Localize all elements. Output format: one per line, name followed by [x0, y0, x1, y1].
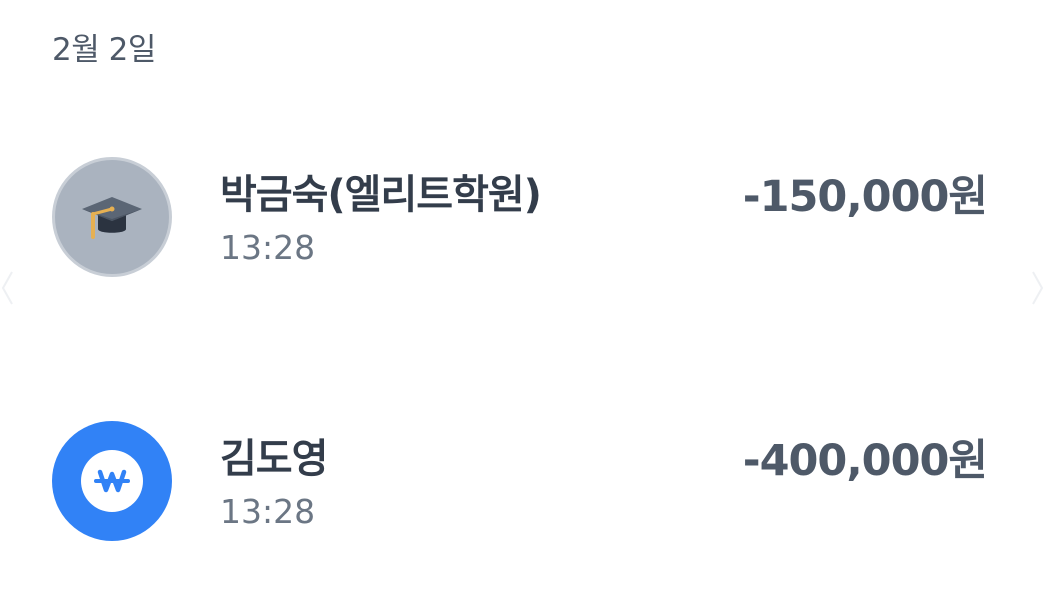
transaction-row[interactable]: 김도영 13:28 -400,000원 — [0, 416, 1045, 546]
chevron-left-icon[interactable] — [0, 268, 14, 308]
transaction-row[interactable]: 박금숙(엘리트학원) 13:28 -150,000원 — [0, 152, 1045, 282]
won-badge — [81, 450, 143, 512]
transaction-avatar — [52, 157, 172, 277]
transaction-avatar — [52, 421, 172, 541]
transaction-amount: -400,000원 — [742, 436, 988, 486]
transaction-time: 13:28 — [220, 228, 316, 267]
transaction-name: 김도영 — [220, 436, 328, 482]
date-header: 2월 2일 — [52, 32, 156, 68]
transaction-name: 박금숙(엘리트학원) — [220, 172, 542, 218]
transaction-amount: -150,000원 — [742, 172, 988, 222]
transaction-time: 13:28 — [220, 492, 316, 531]
graduation-cap-icon — [82, 197, 142, 239]
won-icon — [94, 469, 130, 493]
chevron-right-icon[interactable] — [1031, 268, 1045, 308]
